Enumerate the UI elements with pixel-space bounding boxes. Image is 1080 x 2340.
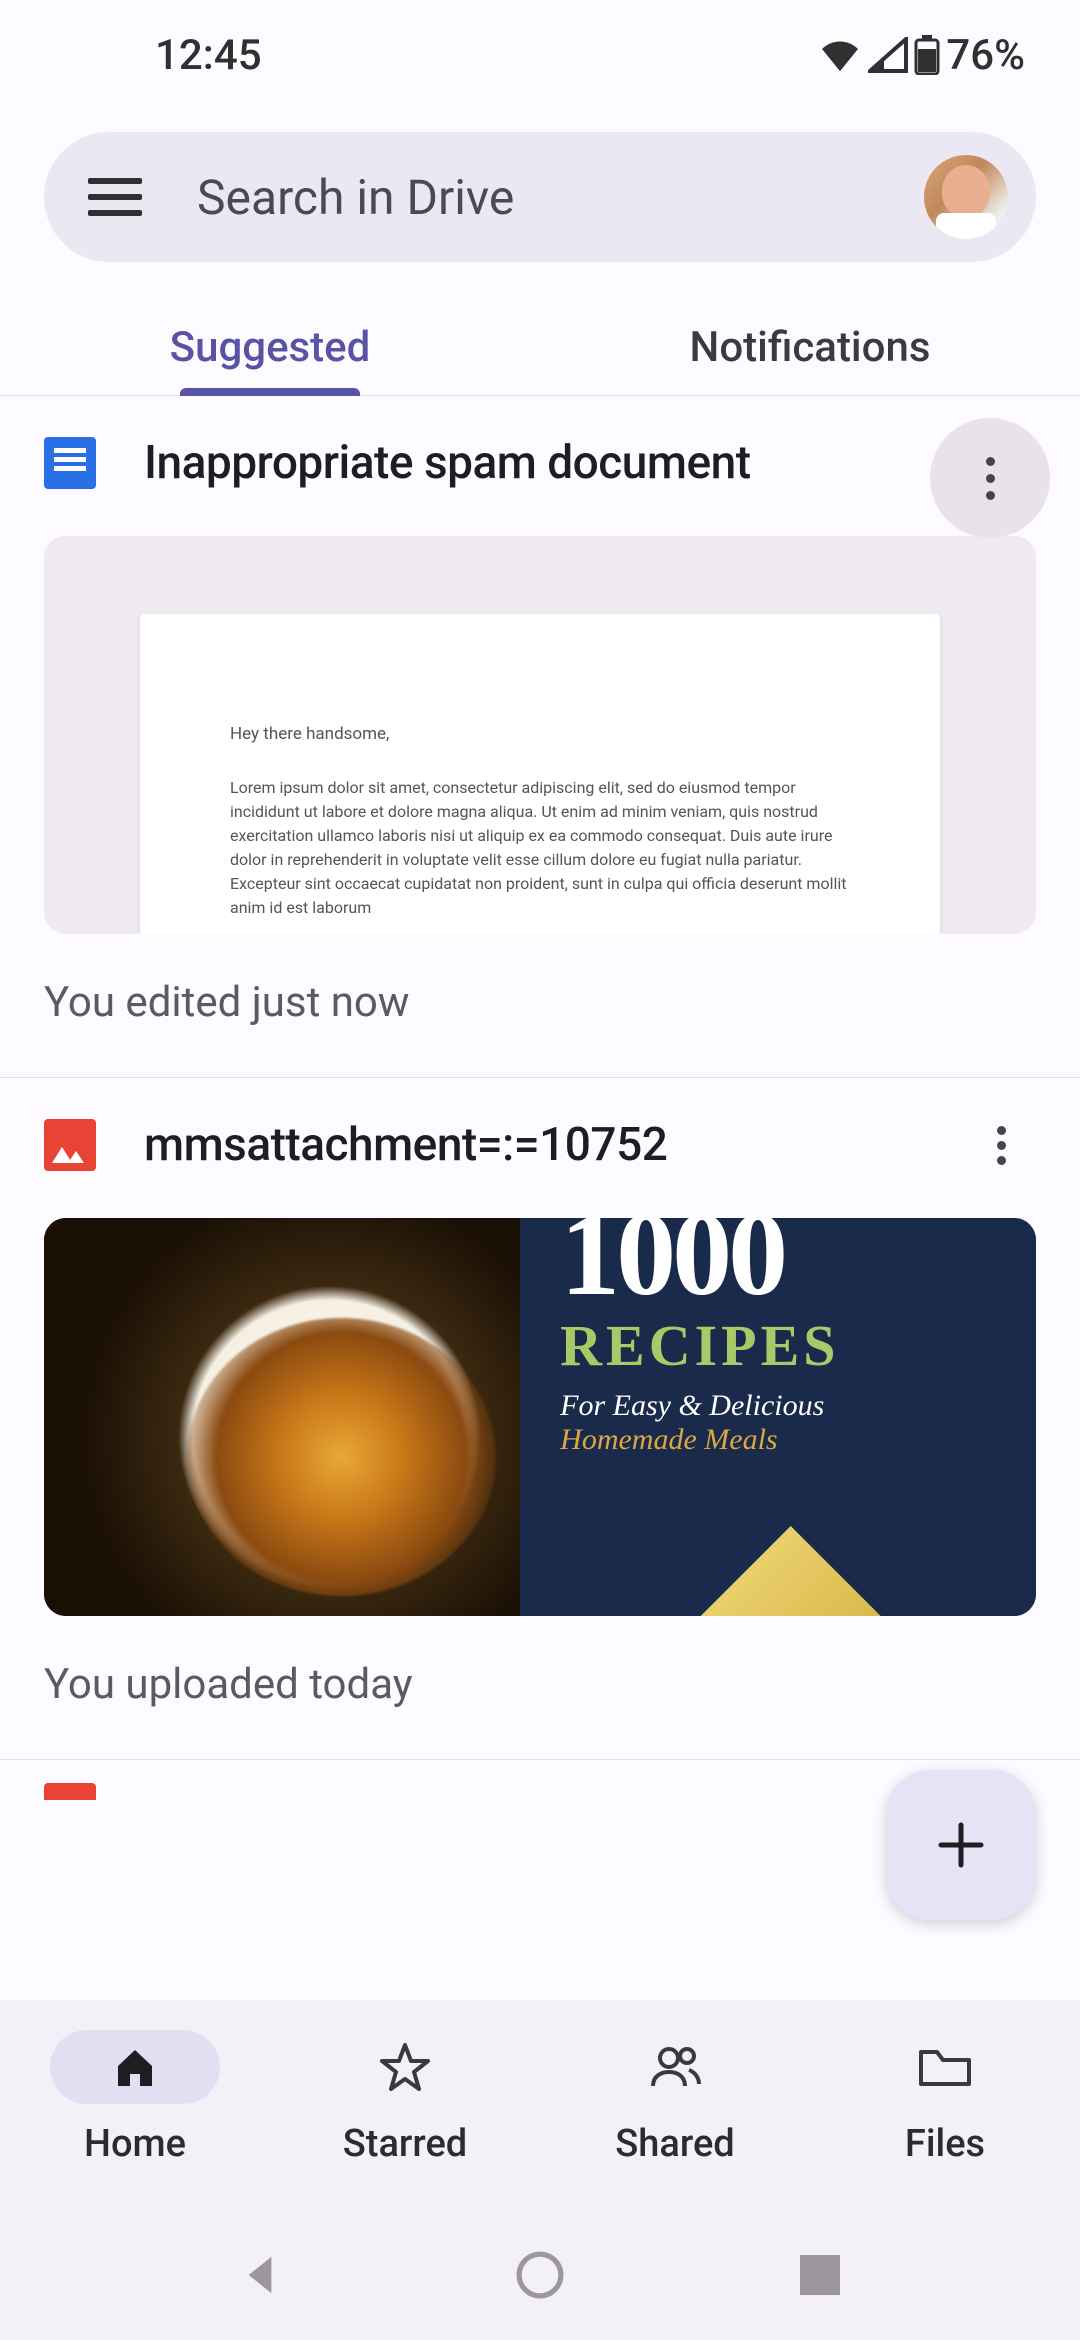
star-icon	[379, 2041, 431, 2093]
nav-home[interactable]: Home	[0, 2030, 270, 2210]
book-title: RECIPES	[560, 1312, 996, 1379]
status-right: 76%	[818, 31, 1025, 80]
item-meta: You uploaded today	[44, 1660, 1036, 1709]
people-icon	[647, 2042, 703, 2092]
wifi-icon	[818, 37, 862, 73]
tab-suggested[interactable]: Suggested	[0, 300, 540, 395]
menu-icon[interactable]	[88, 170, 142, 224]
docs-icon	[44, 437, 96, 489]
tab-notifications[interactable]: Notifications	[540, 300, 1080, 395]
book-subtitle-1: For Easy & Delicious	[560, 1389, 996, 1423]
more-options-button[interactable]	[930, 418, 1050, 538]
book-number: 1000	[560, 1218, 996, 1308]
nav-label: Files	[905, 2122, 985, 2166]
list-item[interactable]: Inappropriate spam document Hey there ha…	[0, 396, 1080, 1078]
tabs: Suggested Notifications	[0, 300, 1080, 396]
home-icon	[110, 2042, 160, 2092]
search-bar[interactable]: Search in Drive	[44, 132, 1036, 262]
item-title: mmsattachment=:=10752	[144, 1118, 928, 1172]
document-preview[interactable]: Hey there handsome, Lorem ipsum dolor si…	[44, 536, 1036, 934]
back-button[interactable]	[235, 2250, 285, 2300]
status-bar: 12:45 76%	[0, 0, 1080, 90]
item-meta: You edited just now	[44, 978, 1036, 1027]
avatar[interactable]	[924, 155, 1008, 239]
more-options-button[interactable]	[976, 1120, 1026, 1170]
doc-page: Hey there handsome, Lorem ipsum dolor si…	[140, 614, 940, 934]
nav-starred[interactable]: Starred	[270, 2030, 540, 2210]
doc-greeting: Hey there handsome,	[230, 722, 850, 748]
item-title: Inappropriate spam document	[144, 436, 1036, 490]
list-item[interactable]: mmsattachment=:=10752 1000 RECIPES For E…	[0, 1078, 1080, 1760]
nav-label: Shared	[615, 2122, 734, 2166]
create-fab[interactable]	[886, 1770, 1036, 1920]
home-button[interactable]	[515, 2250, 565, 2300]
preview-cheese	[701, 1526, 881, 1616]
doc-body: Lorem ipsum dolor sit amet, consectetur …	[230, 776, 850, 920]
battery-icon	[914, 35, 940, 75]
content: Inappropriate spam document Hey there ha…	[0, 396, 1080, 1800]
nav-label: Starred	[343, 2122, 467, 2166]
book-subtitle-2: Homemade Meals	[560, 1423, 996, 1457]
recents-button[interactable]	[795, 2250, 845, 2300]
signal-icon	[868, 37, 908, 73]
image-preview[interactable]: 1000 RECIPES For Easy & Delicious Homema…	[44, 1218, 1036, 1616]
search-input[interactable]: Search in Drive	[197, 169, 924, 226]
status-time: 12:45	[155, 31, 262, 80]
nav-label: Home	[84, 2122, 186, 2166]
item-header: Inappropriate spam document	[44, 436, 1036, 490]
bottom-nav: Home Starred Shared Files	[0, 2000, 1080, 2210]
system-nav	[0, 2210, 1080, 2340]
folder-icon	[917, 2044, 973, 2090]
nav-files[interactable]: Files	[810, 2030, 1080, 2210]
preview-book: 1000 RECIPES For Easy & Delicious Homema…	[520, 1218, 1036, 1616]
preview-plate	[44, 1218, 520, 1616]
item-header: mmsattachment=:=10752	[44, 1118, 1036, 1172]
nav-shared[interactable]: Shared	[540, 2030, 810, 2210]
plus-icon	[933, 1817, 989, 1873]
image-icon	[44, 1119, 96, 1171]
battery-percent: 76%	[946, 31, 1025, 80]
image-icon	[44, 1783, 96, 1800]
